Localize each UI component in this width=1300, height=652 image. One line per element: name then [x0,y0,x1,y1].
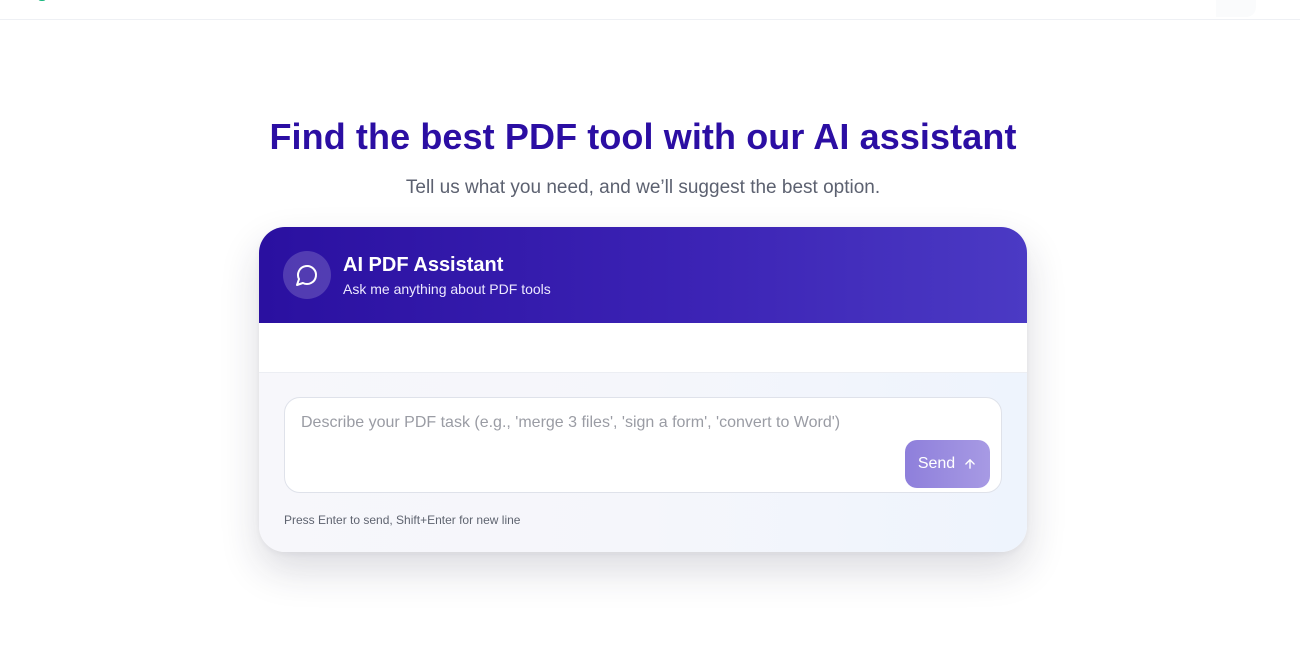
send-button-label: Send [917,455,956,472]
brand-logo[interactable] [38,0,46,1]
assistant-title: AI PDF Assistant [343,254,504,276]
nav-right-edge [1216,0,1256,17]
composer-area: Send Press Enter to send, Shift+Enter fo… [259,373,1027,552]
assistant-subtitle: Ask me anything about PDF tools [343,281,551,297]
top-navigation-bar [0,0,1300,20]
composer-box: Send [284,397,1002,493]
page-subtitle: Tell us what you need, and we’ll suggest… [405,177,881,198]
assistant-header: AI PDF Assistant Ask me anything about P… [259,227,1027,323]
assistant-avatar [283,251,331,299]
task-description-input[interactable] [301,410,901,474]
send-button[interactable]: Send [905,440,990,488]
chat-messages-area [259,323,1027,373]
keyboard-hint: Press Enter to send, Shift+Enter for new… [284,513,521,527]
assistant-card: AI PDF Assistant Ask me anything about P… [259,227,1027,552]
chat-bubble-icon [296,265,317,286]
arrow-up-icon [965,459,975,469]
page-title: Find the best PDF tool with our AI assis… [269,116,1017,157]
